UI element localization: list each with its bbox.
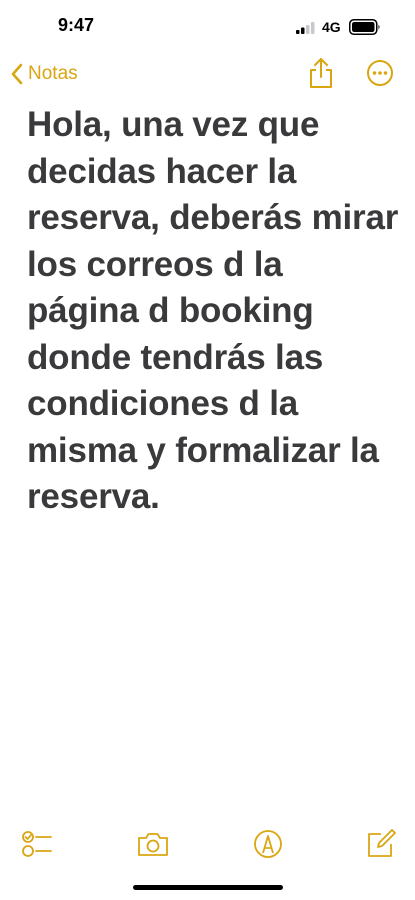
bottom-toolbar: [0, 825, 415, 865]
battery-icon: [349, 19, 380, 35]
chevron-left-icon: [11, 63, 23, 85]
camera-icon[interactable]: [136, 827, 170, 861]
home-indicator[interactable]: [133, 885, 283, 890]
markup-pen-icon[interactable]: [251, 827, 285, 861]
share-icon[interactable]: [306, 56, 336, 90]
network-type: 4G: [322, 19, 341, 35]
checklist-icon[interactable]: [20, 827, 54, 861]
signal-strength-icon: [296, 22, 315, 34]
compose-icon[interactable]: [364, 827, 398, 861]
back-button[interactable]: Notas: [10, 60, 78, 88]
note-body-text[interactable]: Hola, una vez que decidas hacer la reser…: [27, 102, 399, 521]
ellipsis-circle-icon[interactable]: [366, 59, 394, 87]
nav-bar: Notas: [0, 54, 415, 94]
back-label: Notas: [28, 63, 78, 84]
status-time: 9:47: [58, 15, 95, 35]
status-bar: 9:47 4G: [0, 0, 415, 52]
